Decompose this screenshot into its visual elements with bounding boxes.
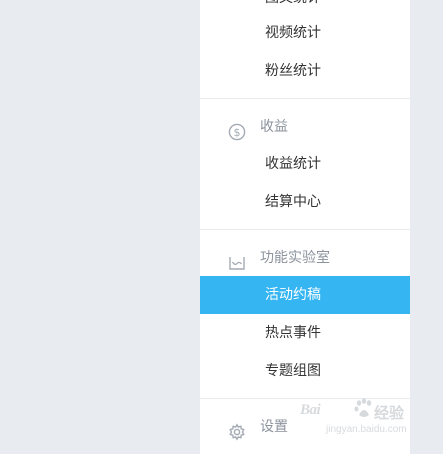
- watermark-url: jingyan.baidu.com: [326, 424, 407, 435]
- sidebar-item-revenue-stats[interactable]: 收益统计: [200, 145, 410, 183]
- watermark-brand: Bai: [300, 402, 321, 418]
- sidebar-item-settlement-center[interactable]: 结算中心: [200, 183, 410, 221]
- dollar-circle-icon: $: [228, 118, 246, 141]
- svg-text:$: $: [234, 126, 241, 139]
- watermark-brand-suffix: 经验: [374, 404, 405, 422]
- sidebar-section-lab: 功能实验室: [200, 239, 410, 277]
- sidebar-item-image-stats[interactable]: 图文统计: [265, 0, 321, 8]
- gear-icon: [228, 418, 246, 441]
- page-background-left: [0, 0, 200, 454]
- page-background-right: [410, 0, 443, 454]
- section-title-revenue: 收益: [260, 119, 288, 135]
- sidebar-item-video-stats[interactable]: 视频统计: [200, 14, 410, 52]
- section-title-lab: 功能实验室: [260, 250, 330, 266]
- baidu-jingyan-watermark: Bai 经验 jingyan.baidu.com: [300, 398, 418, 440]
- sidebar-divider: [200, 98, 410, 99]
- paw-icon: [354, 398, 374, 424]
- sidebar-item-fan-stats[interactable]: 粉丝统计: [200, 52, 410, 90]
- sidebar-item-event-submissions[interactable]: 活动约稿: [200, 276, 410, 314]
- section-title-settings: 设置: [260, 419, 288, 435]
- sidebar-divider: [200, 229, 410, 230]
- lab-tray-icon: [228, 249, 246, 270]
- sidebar-menu: 图文统计 视频统计 粉丝统计 $ 收益 收益统计 结算中心 功能实验室 活动约稿…: [200, 0, 410, 454]
- sidebar-item-topic-gallery[interactable]: 专题组图: [200, 352, 410, 390]
- sidebar-section-revenue: $ 收益: [200, 108, 410, 146]
- sidebar-item-trending-events[interactable]: 热点事件: [200, 314, 410, 352]
